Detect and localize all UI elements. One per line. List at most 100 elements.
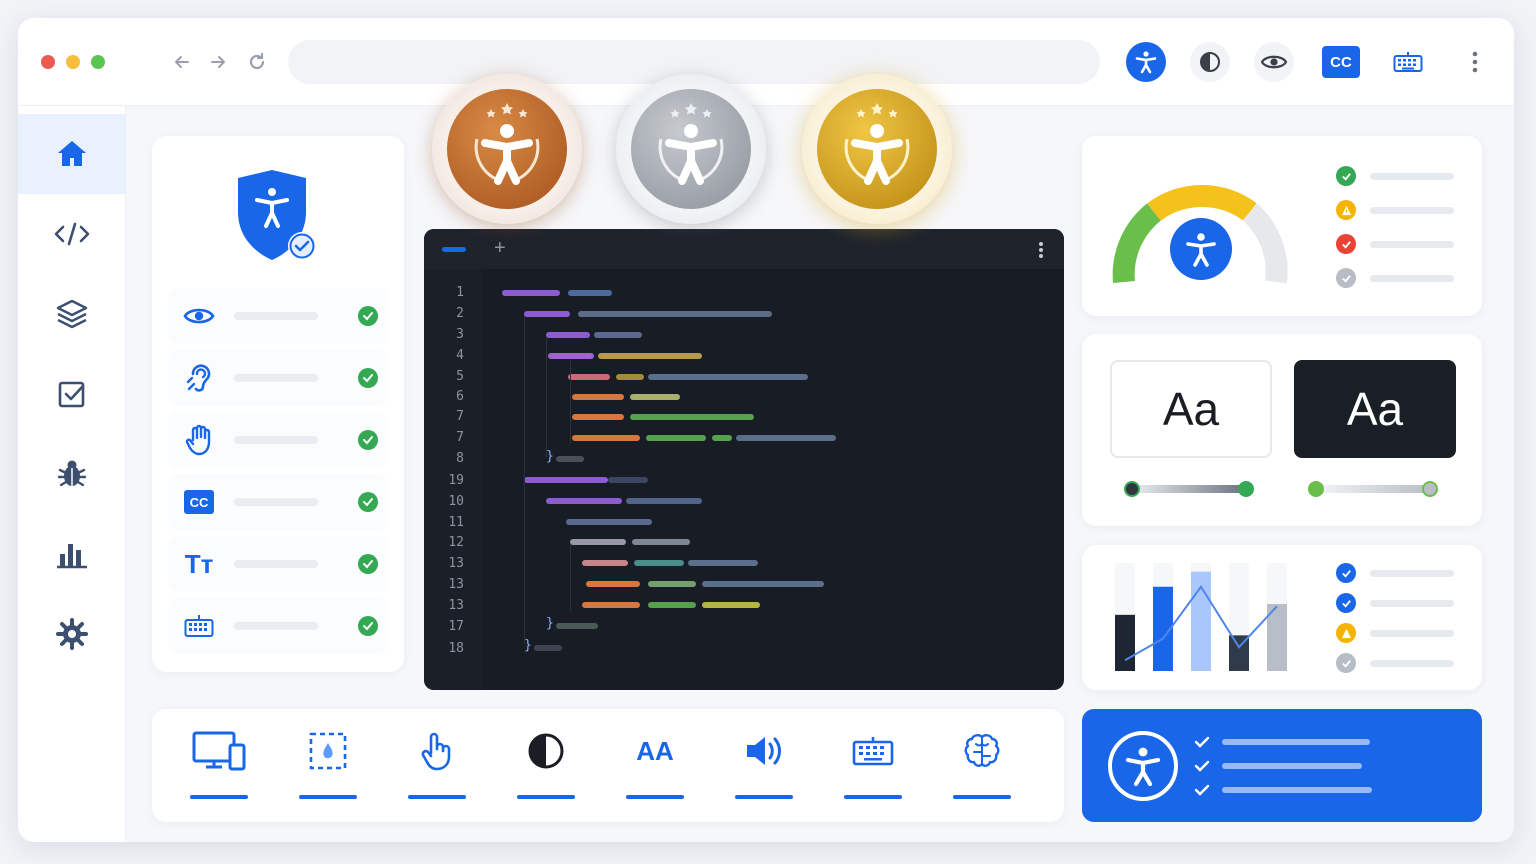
line-number: 2 <box>456 306 464 321</box>
editor-more-icon[interactable] <box>1038 241 1044 259</box>
accessibility-checklist-card: CC Tт <box>152 136 404 672</box>
feature-audio[interactable] <box>710 709 818 821</box>
line-number: 13 <box>448 598 464 613</box>
chart-bar <box>1115 614 1135 671</box>
pass-check-icon <box>358 368 378 388</box>
feature-responsive[interactable] <box>165 709 273 821</box>
line-number: 18 <box>448 641 464 656</box>
warning-icon <box>1336 623 1356 643</box>
cc-label: CC <box>1330 53 1352 71</box>
closing-brace: } <box>546 449 554 464</box>
line-number: 1 <box>456 285 464 300</box>
sidebar-item-code[interactable] <box>18 194 126 274</box>
checklist-item-hearing[interactable] <box>168 350 388 406</box>
accessibility-icon <box>1170 218 1232 280</box>
checklist-item-text-size[interactable]: Tт <box>168 536 388 592</box>
status-row-neutral <box>1336 268 1476 288</box>
light-contrast-slider[interactable] <box>1124 480 1256 498</box>
editor-tab-active[interactable] <box>442 247 466 252</box>
light-text-sample[interactable]: Aa <box>1110 360 1272 458</box>
sidebar-item-settings[interactable] <box>18 594 126 674</box>
pass-check-icon <box>1336 166 1356 186</box>
check-icon <box>1194 736 1210 748</box>
bronze-medal <box>432 74 582 224</box>
line-number: 5 <box>456 369 464 384</box>
keyboard-icon <box>846 729 900 773</box>
sidebar-item-home[interactable] <box>18 114 126 194</box>
font-size-icon: AA <box>628 729 682 773</box>
dark-text-sample[interactable]: Aa <box>1294 360 1456 458</box>
item-progress-bar <box>234 374 318 382</box>
line-number: 10 <box>448 494 464 509</box>
checklist-item-motor[interactable] <box>168 412 388 468</box>
silver-medal <box>616 74 766 224</box>
check-icon <box>1194 784 1210 796</box>
closing-brace: } <box>524 638 532 653</box>
bar-chart-icon <box>57 544 87 569</box>
chart-legend-row <box>1336 653 1476 673</box>
eye-icon[interactable] <box>1254 42 1294 82</box>
checklist-item-captions[interactable]: CC <box>168 474 388 530</box>
item-progress-bar <box>234 312 318 320</box>
code-icon <box>54 222 90 246</box>
focus-target-icon <box>301 729 355 773</box>
sidebar-item-debug[interactable] <box>18 434 126 514</box>
reload-icon[interactable] <box>243 48 271 76</box>
hand-icon <box>182 424 216 456</box>
closed-captions-icon: CC <box>182 486 216 518</box>
dark-contrast-slider[interactable] <box>1308 480 1440 498</box>
more-vertical-icon[interactable] <box>1455 42 1495 82</box>
bar-chart <box>1115 563 1287 671</box>
status-row-pass <box>1336 166 1476 186</box>
warning-icon <box>1336 200 1356 220</box>
forward-arrow-icon[interactable] <box>204 48 232 76</box>
sidebar-item-analytics[interactable] <box>18 514 126 594</box>
score-gauge-card <box>1082 136 1482 316</box>
feature-contrast[interactable] <box>492 709 600 821</box>
feature-keyboard[interactable] <box>819 709 927 821</box>
item-progress-bar <box>234 622 318 630</box>
code-editor[interactable]: + 1 2 3 4 5 6 7 7 8 19 10 11 12 13 13 13… <box>424 229 1064 690</box>
feature-pointer[interactable] <box>383 709 491 821</box>
line-number: 4 <box>456 348 464 363</box>
checklist-item-vision[interactable] <box>168 288 388 344</box>
keyboard-icon[interactable] <box>1388 42 1428 82</box>
pass-check-icon <box>358 306 378 326</box>
keyboard-icon <box>182 610 216 642</box>
fail-icon <box>1336 234 1356 254</box>
contrast-icon[interactable] <box>1190 42 1230 82</box>
line-number: 13 <box>448 556 464 571</box>
font-size-label: AA <box>636 735 674 766</box>
accessibility-shield-icon <box>232 168 322 266</box>
brain-icon <box>955 729 1009 773</box>
text-size-label: Tт <box>184 548 214 579</box>
add-tab-button[interactable]: + <box>494 237 506 260</box>
responsive-devices-icon <box>192 729 246 773</box>
close-window-button[interactable] <box>41 55 55 69</box>
status-row-fail <box>1336 234 1476 254</box>
closed-captions-icon[interactable]: CC <box>1322 46 1360 78</box>
accessibility-icon <box>1108 731 1178 801</box>
chart-legend-row <box>1336 593 1476 613</box>
accessibility-icon <box>844 103 910 185</box>
sidebar-item-layers[interactable] <box>18 274 126 354</box>
accessibility-icon[interactable] <box>1126 42 1166 82</box>
pass-check-icon <box>358 492 378 512</box>
feature-focus[interactable] <box>274 709 382 821</box>
gold-medal <box>802 74 952 224</box>
back-arrow-icon[interactable] <box>168 48 196 76</box>
line-number: 7 <box>456 430 464 445</box>
line-number: 17 <box>448 619 464 634</box>
feature-cognitive[interactable] <box>928 709 1036 821</box>
checklist-item-keyboard[interactable] <box>168 598 388 654</box>
minimize-window-button[interactable] <box>66 55 80 69</box>
line-number: 19 <box>448 473 464 488</box>
code-area[interactable]: } } } <box>482 269 1064 690</box>
speaker-icon <box>737 729 791 773</box>
closing-brace: } <box>546 616 554 631</box>
feature-font-size[interactable]: AA <box>601 709 709 821</box>
sidebar-item-tasks[interactable] <box>18 354 126 434</box>
accessibility-summary-card[interactable] <box>1082 709 1482 822</box>
browser-window: CC CC Tт + 1 2 3 4 5 6 7 7 8 19 10 11 12… <box>18 18 1514 842</box>
maximize-window-button[interactable] <box>91 55 105 69</box>
